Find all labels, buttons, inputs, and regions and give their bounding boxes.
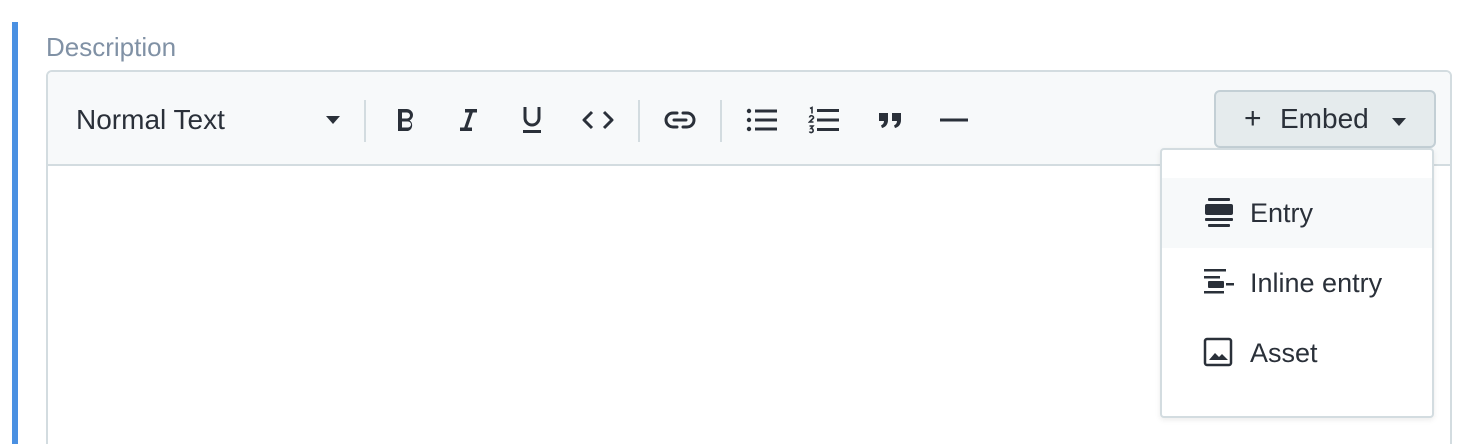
- code-icon: [582, 110, 614, 130]
- menu-item-inline-entry[interactable]: Inline entry: [1162, 248, 1432, 318]
- menu-item-entry[interactable]: Entry: [1162, 178, 1432, 248]
- embed-dropdown-menu: Entry Inline entry Asset: [1160, 148, 1434, 418]
- toolbar-divider: [638, 100, 640, 142]
- inline-entry-icon: [1204, 269, 1234, 294]
- italic-icon: [460, 109, 477, 131]
- plus-icon: +: [1244, 102, 1262, 135]
- bold-button[interactable]: [382, 96, 430, 144]
- numbered-list-button[interactable]: [800, 96, 848, 144]
- field-focus-indicator: [12, 22, 18, 444]
- toolbar-divider: [720, 100, 722, 142]
- menu-item-label: Inline entry: [1250, 268, 1383, 298]
- bulleted-list-icon: [746, 108, 777, 132]
- menu-item-asset[interactable]: Asset: [1162, 318, 1432, 388]
- text-style-dropdown[interactable]: Normal Text: [76, 100, 346, 140]
- bold-icon: [398, 109, 413, 131]
- embed-button-label: Embed: [1280, 103, 1369, 134]
- bulleted-list-button[interactable]: [738, 96, 786, 144]
- underline-icon: [523, 107, 541, 133]
- chevron-down-icon: [1392, 118, 1406, 126]
- link-button[interactable]: [656, 96, 704, 144]
- menu-item-label: Entry: [1250, 198, 1314, 228]
- numbered-list-icon: [808, 106, 839, 134]
- text-style-value: Normal Text: [76, 104, 225, 135]
- quote-icon: [879, 113, 901, 128]
- italic-button[interactable]: [444, 96, 492, 144]
- horizontal-rule-button[interactable]: [930, 96, 978, 144]
- link-icon: [664, 111, 696, 129]
- field-label: Description: [46, 32, 177, 62]
- menu-item-label: Asset: [1250, 338, 1318, 368]
- underline-button[interactable]: [508, 96, 556, 144]
- asset-icon: [1203, 337, 1233, 367]
- horizontal-rule-icon: [940, 118, 968, 122]
- chevron-down-icon: [326, 116, 340, 124]
- code-button[interactable]: [574, 96, 622, 144]
- quote-button[interactable]: [866, 96, 914, 144]
- toolbar-divider: [364, 100, 366, 142]
- embed-button[interactable]: + Embed: [1214, 90, 1436, 148]
- entry-icon: [1205, 198, 1233, 227]
